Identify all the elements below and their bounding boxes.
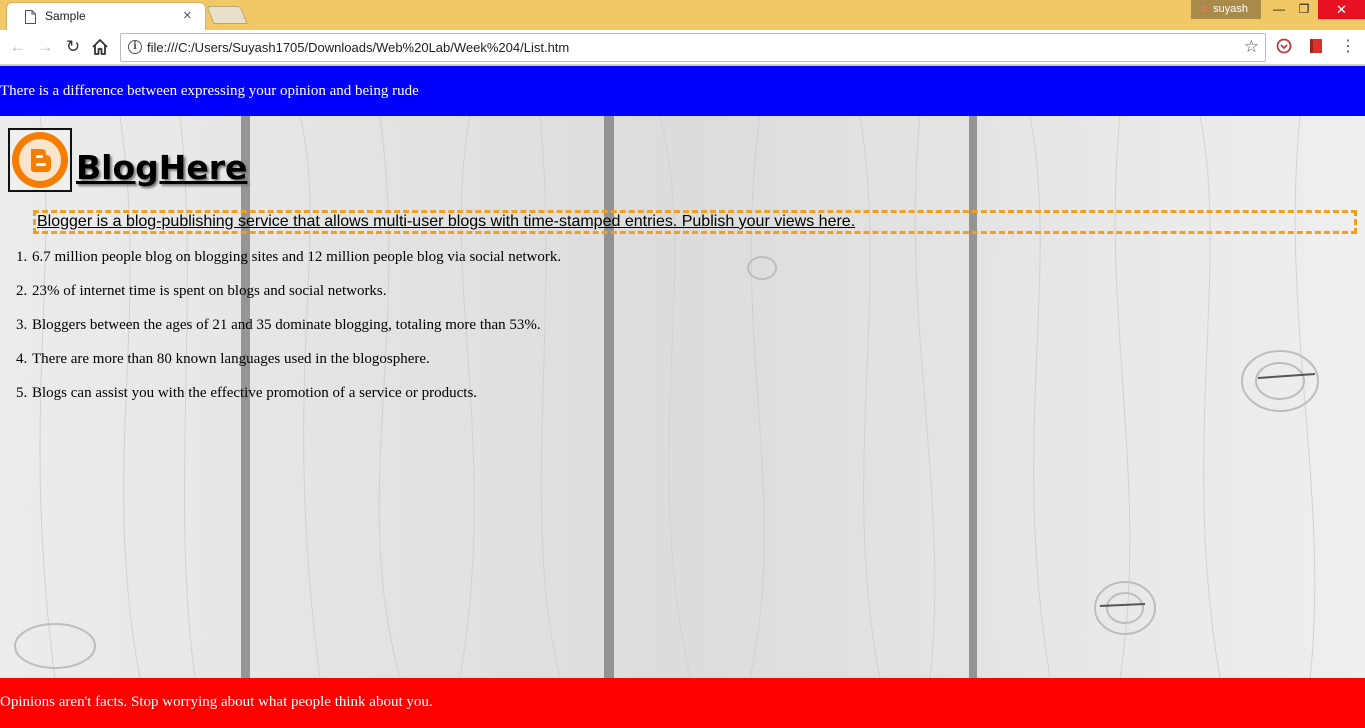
blogger-icon — [12, 132, 68, 188]
pocket-icon[interactable] — [1275, 37, 1293, 55]
minimize-button[interactable]: — — [1266, 0, 1292, 19]
list-item: 1. 6.7 million people blog on blogging si… — [16, 249, 562, 265]
site-title[interactable]: BlogHere — [76, 148, 247, 187]
browser-titlebar: Sample × ↄ suyash — ❐ ✕ — [0, 0, 1365, 30]
browser-toolbar: ← → ↻ i file:///C:/Users/Suyash1705/Down… — [0, 30, 1365, 65]
star-icon[interactable]: ☆ — [1244, 37, 1259, 57]
list-item: 2. 23% of internet time is spent on blogs… — [16, 283, 387, 299]
reload-button[interactable]: ↻ — [62, 36, 84, 58]
info-icon[interactable]: i — [128, 40, 142, 54]
page-icon — [25, 10, 36, 24]
back-button[interactable]: ← — [7, 36, 29, 58]
forward-button[interactable]: → — [34, 36, 56, 58]
menu-icon[interactable]: ⋮ — [1340, 36, 1356, 56]
profile-name: suyash — [1213, 3, 1248, 15]
bookmark-ext-icon[interactable] — [1307, 37, 1325, 55]
bottom-banner-text: Opinions aren't facts. Stop worrying abo… — [0, 694, 433, 710]
restore-button[interactable]: ❐ — [1291, 0, 1317, 19]
tab-close-icon[interactable]: × — [183, 7, 192, 24]
profile-icon: ↄ — [1201, 3, 1208, 15]
address-bar[interactable]: i file:///C:/Users/Suyash1705/Downloads/… — [120, 33, 1266, 62]
list-item: 4. There are more than 80 known languages… — [16, 351, 430, 367]
top-banner-text: There is a difference between expressing… — [0, 83, 419, 99]
intro-text: Blogger is a blog-publishing service tha… — [37, 213, 856, 230]
list-item: 5. Blogs can assist you with the effectiv… — [16, 385, 478, 401]
profile-button[interactable]: ↄ suyash — [1191, 0, 1261, 19]
window-close-button[interactable]: ✕ — [1318, 0, 1365, 19]
intro-box: Blogger is a blog-publishing service tha… — [33, 210, 1357, 234]
new-tab-button[interactable] — [206, 6, 248, 24]
bottom-banner: Opinions aren't facts. Stop worrying abo… — [0, 678, 1365, 728]
top-banner: There is a difference between expressing… — [0, 66, 1365, 116]
blogger-logo — [8, 128, 72, 192]
list-item: 3. Bloggers between the ages of 21 and 35… — [16, 317, 541, 333]
tab-title: Sample — [45, 9, 86, 23]
home-icon[interactable] — [90, 37, 110, 57]
browser-tab[interactable]: Sample × — [6, 2, 206, 30]
url-text[interactable]: file:///C:/Users/Suyash1705/Downloads/We… — [147, 40, 569, 55]
facts-list: 1. 6.7 million people blog on blogging si… — [16, 249, 562, 419]
page-viewport: There is a difference between expressing… — [0, 66, 1365, 728]
